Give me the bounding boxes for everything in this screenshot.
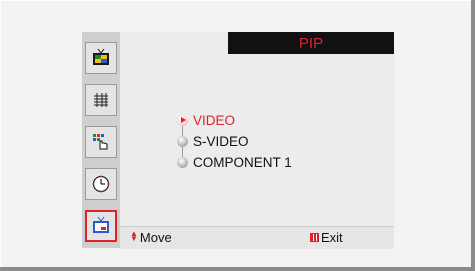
option-s-video[interactable]: S-VIDEO (168, 131, 368, 152)
move-label: Move (139, 230, 172, 245)
sidebar-item-setup[interactable] (85, 168, 117, 200)
sound-icon (94, 93, 108, 107)
sidebar-item-picture[interactable] (85, 42, 117, 74)
option-component-1[interactable]: COMPONENT 1 (168, 152, 368, 173)
exit-label: Exit (321, 230, 343, 245)
move-hint: ▲ ▼ Move (130, 229, 172, 246)
picture-icon (93, 48, 109, 65)
setup-icon (92, 175, 110, 193)
option-video[interactable]: VIDEO (168, 110, 368, 131)
osd-menu: PIP VIDEO S-VIDEO COMPONENT 1 ▲ ▼ Move Ex… (82, 32, 394, 249)
exit-hint: Exit (310, 230, 343, 245)
sidebar-item-sound[interactable] (85, 84, 117, 116)
sidebar-item-channel[interactable] (85, 126, 117, 158)
menu-footer: ▲ ▼ Move Exit (120, 226, 394, 249)
option-list: VIDEO S-VIDEO COMPONENT 1 (168, 110, 368, 173)
option-label: COMPONENT 1 (193, 155, 292, 170)
selected-arrow-icon (177, 115, 188, 126)
exit-icon (310, 233, 319, 242)
input-icon (93, 216, 109, 233)
option-label: VIDEO (193, 113, 236, 128)
sidebar-item-input[interactable] (85, 210, 117, 242)
channel-icon (93, 134, 108, 150)
bullet-icon (177, 136, 188, 147)
bullet-icon (177, 157, 188, 168)
sidebar (82, 32, 120, 248)
option-label: S-VIDEO (193, 134, 249, 149)
menu-content: PIP VIDEO S-VIDEO COMPONENT 1 (120, 32, 394, 248)
up-down-arrow-icon: ▲ ▼ (130, 229, 138, 243)
menu-title: PIP (228, 32, 394, 54)
